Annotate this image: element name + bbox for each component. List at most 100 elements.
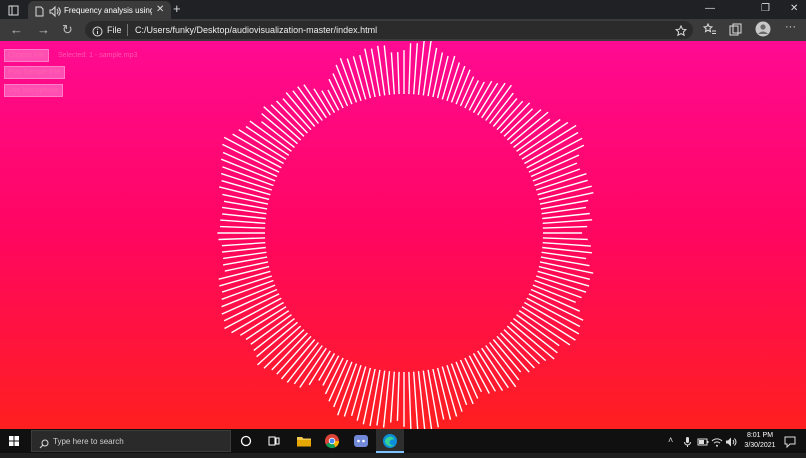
frequency-bar xyxy=(222,206,267,215)
frequency-bar xyxy=(219,186,270,201)
taskbar-search[interactable]: Type here to search xyxy=(31,430,231,452)
frequency-bar xyxy=(257,325,302,366)
frequency-bar xyxy=(542,246,592,254)
windows-start-icon[interactable] xyxy=(0,429,28,453)
profile-avatar-icon[interactable] xyxy=(755,21,771,42)
volume-icon[interactable] xyxy=(725,435,737,453)
new-tab-icon[interactable]: + xyxy=(173,1,181,17)
frequency-bar xyxy=(263,329,305,369)
url-text[interactable]: C:/Users/funky/Desktop/audiovisualizatio… xyxy=(135,24,377,36)
frequency-bar xyxy=(481,82,506,119)
frequency-bar xyxy=(492,339,522,373)
search-placeholder: Type here to search xyxy=(53,437,124,446)
frequency-bar xyxy=(541,206,586,215)
frequency-bar xyxy=(297,86,323,121)
frequency-bar xyxy=(390,52,395,95)
frequency-bar xyxy=(542,237,588,241)
frequency-bar xyxy=(222,143,280,173)
cortana-icon[interactable] xyxy=(232,429,260,453)
frequency-bar xyxy=(299,347,327,388)
address-separator xyxy=(127,24,128,36)
page-info-label[interactable]: File xyxy=(107,24,122,36)
frequency-visualizer xyxy=(217,41,594,429)
browser-toolbar: ← → ↻ File C:/Users/funky/Desktop/audiov… xyxy=(0,19,806,41)
forward-icon[interactable]: → xyxy=(37,22,50,38)
frequency-bar xyxy=(526,137,583,169)
frequency-bar xyxy=(542,219,593,224)
frequency-bar xyxy=(464,80,480,109)
discord-icon[interactable] xyxy=(347,429,375,453)
frequency-bar xyxy=(518,310,571,346)
frequency-bar xyxy=(496,100,524,131)
battery-icon[interactable] xyxy=(697,435,709,453)
edge-icon[interactable] xyxy=(376,429,404,453)
frequency-bar xyxy=(223,251,267,260)
info-icon[interactable] xyxy=(92,24,103,42)
play-sample-button[interactable]: Play Sample File xyxy=(4,66,65,79)
choose-file-button[interactable]: Choose File xyxy=(4,49,50,62)
frequency-bar xyxy=(450,65,466,103)
frequency-bar xyxy=(538,265,590,280)
tab-strip: Frequency analysis using HTML5 Web Audio… xyxy=(0,0,806,19)
clock-date[interactable]: 3/30/2021 xyxy=(740,441,780,451)
frequency-bar xyxy=(513,118,551,148)
microphone-icon[interactable] xyxy=(683,435,692,453)
clock-time[interactable]: 8:01 PM xyxy=(740,431,780,441)
frequency-bar xyxy=(500,102,531,134)
frequency-bar xyxy=(292,90,319,124)
frequency-bar xyxy=(503,108,534,137)
frequency-bar xyxy=(275,100,308,134)
address-bar[interactable]: File C:/Users/funky/Desktop/audiovisuali… xyxy=(85,21,693,39)
frequency-bar xyxy=(477,350,504,391)
wifi-icon[interactable] xyxy=(711,435,723,453)
chrome-icon[interactable] xyxy=(318,429,346,453)
notifications-icon[interactable] xyxy=(784,435,796,453)
browser-tab[interactable]: Frequency analysis using HTML5 Web Audio… xyxy=(28,1,171,19)
use-microphone-button[interactable]: Use Microphone xyxy=(4,84,63,97)
frequency-bar xyxy=(436,367,452,420)
frequency-bar xyxy=(521,306,576,341)
frequency-bar xyxy=(282,98,312,131)
file-explorer-icon[interactable] xyxy=(290,429,318,453)
refresh-icon[interactable]: ↻ xyxy=(62,22,73,38)
frequency-bar xyxy=(417,41,425,95)
task-view-icon[interactable] xyxy=(260,429,288,453)
frequency-bar xyxy=(542,225,588,229)
frequency-bar xyxy=(232,133,284,165)
frequency-bar xyxy=(222,213,266,220)
frequency-bar xyxy=(397,52,400,95)
tray-overflow-icon[interactable]: ˄ xyxy=(668,435,673,446)
frequency-bar xyxy=(396,371,400,421)
frequency-bar xyxy=(261,121,295,148)
frequency-bar xyxy=(539,261,594,274)
collections-icon[interactable] xyxy=(729,23,742,41)
frequency-bar xyxy=(352,56,367,100)
frequency-bar xyxy=(270,104,305,137)
close-tab-icon[interactable]: ✕ xyxy=(156,3,164,17)
frequency-bar xyxy=(390,371,395,423)
taskbar: Type here to search ˄ 8:01 PM 3/30/2021 xyxy=(0,429,806,453)
add-favorite-icon[interactable] xyxy=(674,24,688,42)
frequency-bar xyxy=(510,321,555,360)
favorites-icon[interactable] xyxy=(702,22,717,41)
frequency-bar xyxy=(222,151,278,178)
frequency-bar xyxy=(293,345,323,385)
frequency-bar xyxy=(542,212,590,220)
settings-more-icon[interactable]: ··· xyxy=(785,20,796,34)
restore-icon[interactable]: ❐ xyxy=(761,2,770,16)
close-window-icon[interactable]: ✕ xyxy=(790,2,798,16)
frequency-bar xyxy=(506,109,542,141)
frequency-bar xyxy=(221,246,266,253)
frequency-bar xyxy=(541,251,587,260)
frequency-bar xyxy=(362,368,376,425)
frequency-bar xyxy=(285,92,316,127)
frequency-bar xyxy=(327,89,340,111)
back-icon[interactable]: ← xyxy=(10,22,23,38)
frequency-bar xyxy=(359,54,372,99)
frequency-bar xyxy=(485,84,512,121)
frequency-bar xyxy=(481,347,509,389)
frequency-bar xyxy=(413,43,418,95)
frequency-bar xyxy=(218,265,270,280)
minimize-icon[interactable]: — xyxy=(705,2,715,16)
search-icon xyxy=(39,436,49,454)
